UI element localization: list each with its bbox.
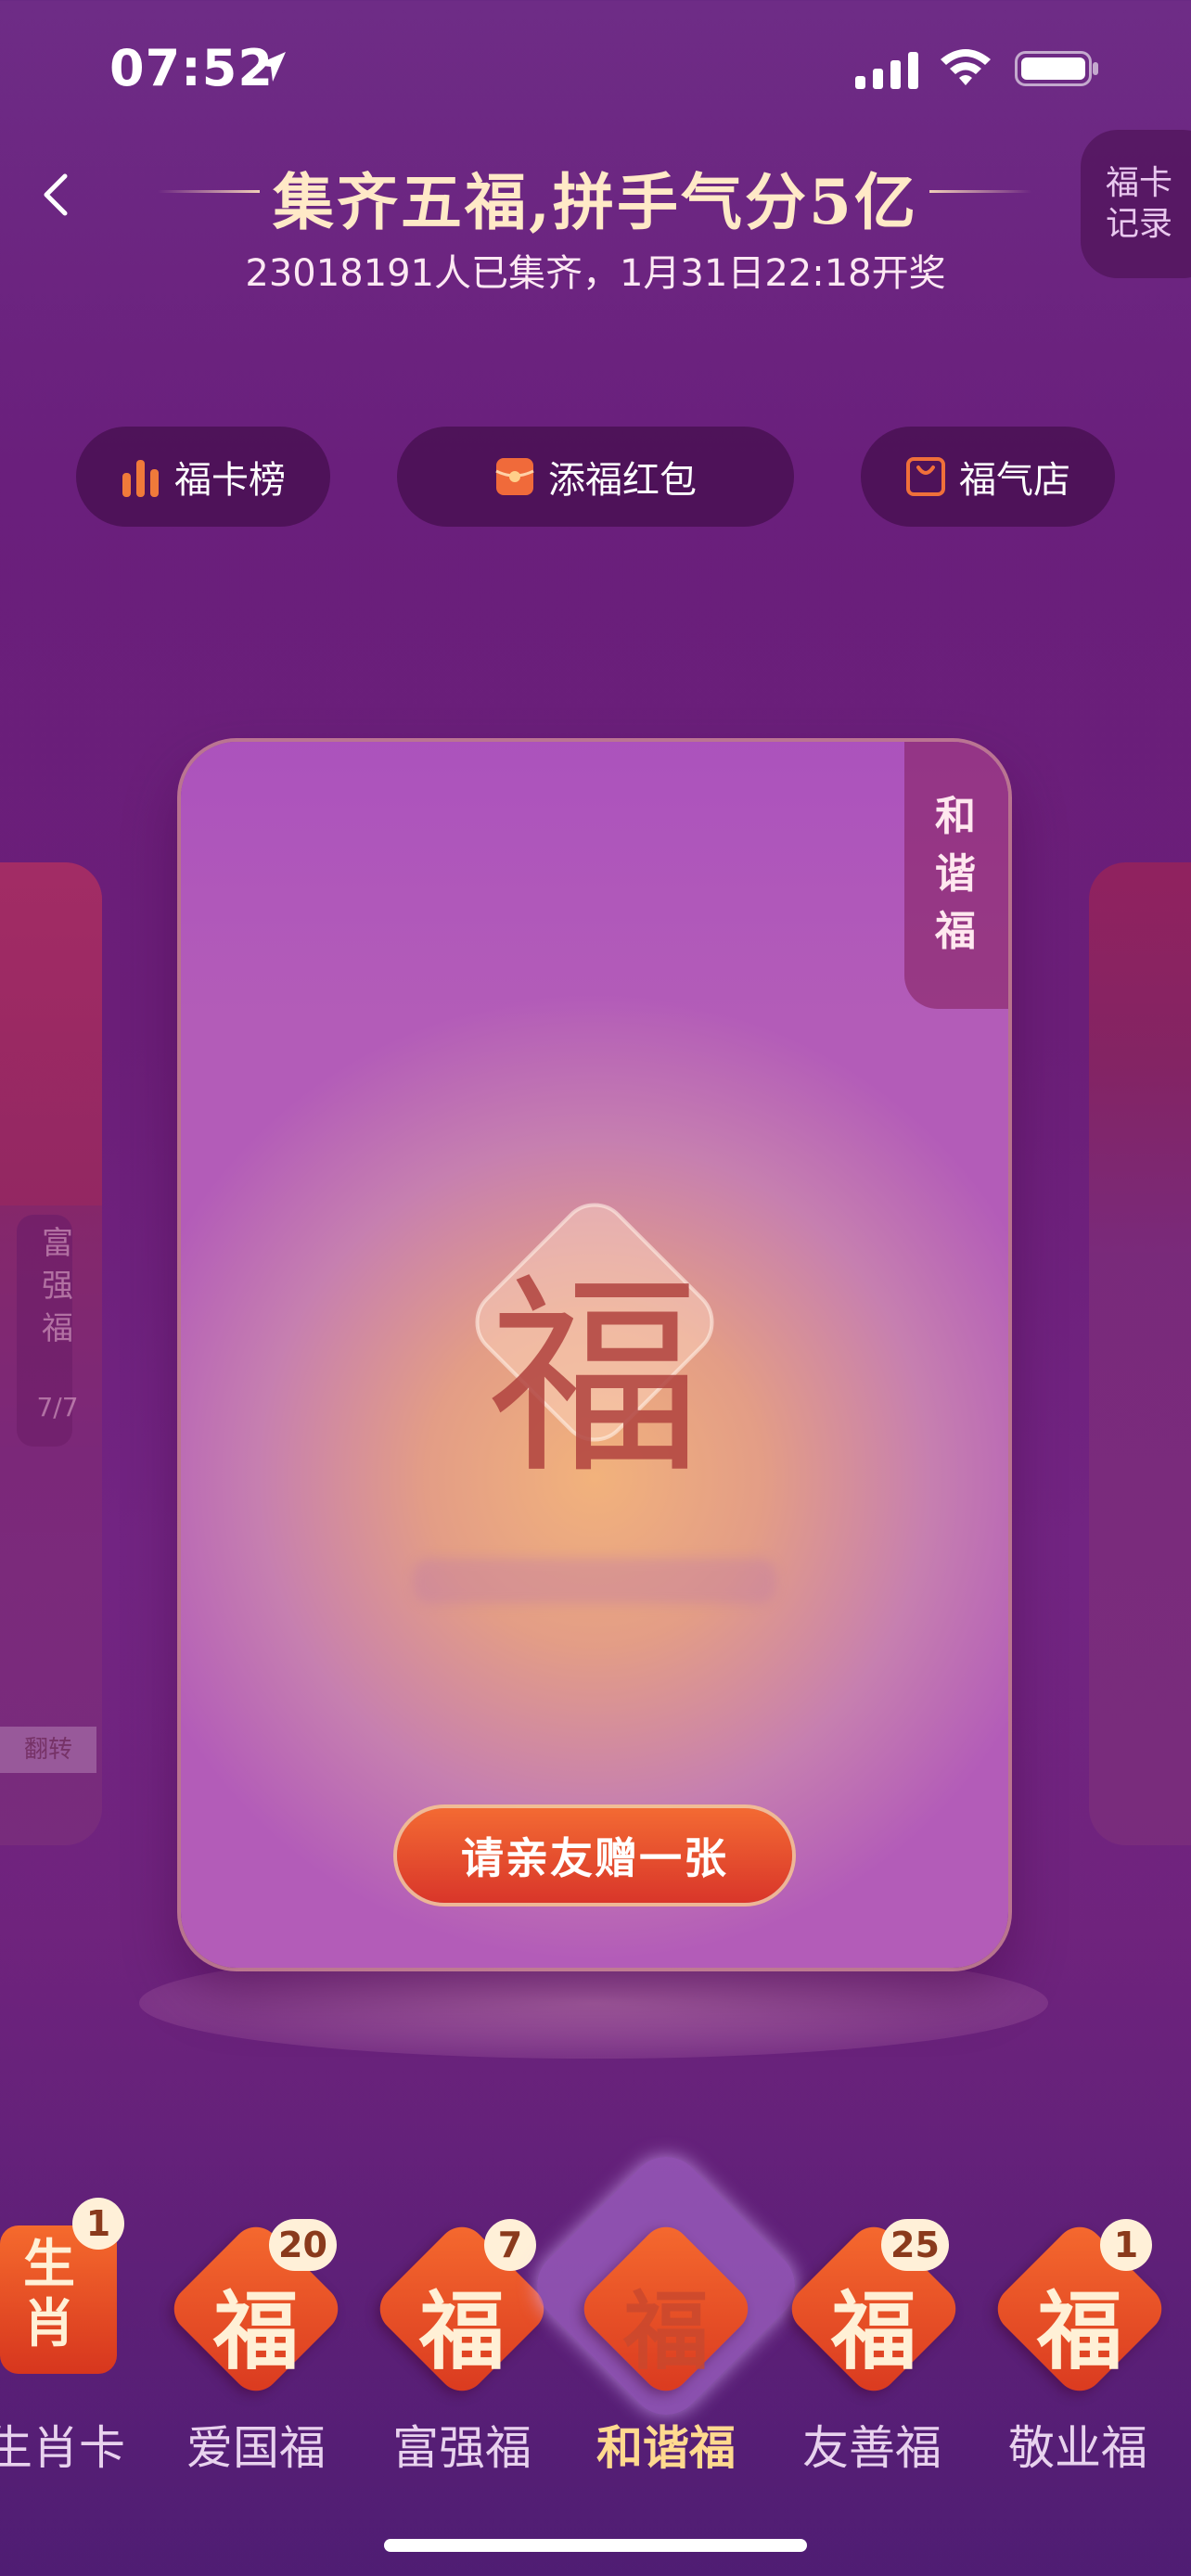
cellular-signal-icon bbox=[855, 52, 918, 89]
previous-card-flip[interactable]: 翻转 bbox=[0, 1727, 96, 1773]
fu-character: 福 bbox=[487, 1256, 701, 1503]
card-label-jingye[interactable]: 敬业福 bbox=[976, 2411, 1180, 2478]
home-indicator[interactable] bbox=[384, 2539, 807, 2552]
ask-friend-button[interactable]: 请亲友赠一张 bbox=[397, 1808, 792, 1903]
pill-label: 添福红包 bbox=[548, 459, 697, 502]
card-label-hexie[interactable]: 和谐福 bbox=[564, 2411, 768, 2478]
previous-card-name: 富强福 bbox=[42, 1225, 73, 1347]
card-count-badge: 20 bbox=[269, 2219, 337, 2271]
card-blurred-text bbox=[413, 1558, 776, 1604]
card-tag-label: 和谐福 bbox=[935, 793, 976, 955]
card-thumb-hexie[interactable]: 福 bbox=[574, 2217, 758, 2401]
page-title: 集齐五福,拼手气分5亿 bbox=[273, 166, 918, 238]
card-label-youshan[interactable]: 友善福 bbox=[770, 2411, 974, 2478]
previous-card-count: 7/7 bbox=[36, 1392, 79, 1422]
card-count-badge: 1 bbox=[72, 2198, 124, 2250]
card-thumb-char: 福 bbox=[1036, 2281, 1122, 2381]
shopping-bag-icon bbox=[906, 457, 945, 496]
card-count-badge: 7 bbox=[484, 2219, 536, 2271]
fu-card-ranking-button[interactable]: 福卡榜 bbox=[76, 427, 330, 527]
card-sheen bbox=[181, 742, 1008, 1020]
previous-card-top bbox=[0, 862, 102, 1205]
next-card[interactable] bbox=[1089, 862, 1191, 1845]
card-thumb-char: 福 bbox=[830, 2281, 916, 2381]
card-thumb-char: 福 bbox=[622, 2281, 709, 2381]
title-decoration-right bbox=[929, 190, 1031, 193]
pill-label: 福卡榜 bbox=[174, 459, 286, 502]
bar-chart-icon bbox=[122, 460, 159, 497]
location-arrow-icon bbox=[256, 52, 286, 82]
card-record-label[interactable]: 福卡记录 bbox=[1106, 163, 1180, 245]
card-thumb-char: 福 bbox=[212, 2281, 299, 2381]
card-label-aiguo[interactable]: 爱国福 bbox=[154, 2411, 358, 2478]
card-count-badge: 25 bbox=[881, 2219, 949, 2271]
status-time: 07:52 bbox=[109, 39, 274, 97]
card-count-badge: 1 bbox=[1100, 2219, 1152, 2271]
status-bar: 07:52 bbox=[0, 0, 1191, 139]
pill-label: 福气店 bbox=[959, 459, 1070, 502]
main-fu-card[interactable]: 和谐福 福 请亲友赠一张 bbox=[181, 742, 1008, 1968]
page-subtitle: 23018191人已集齐，1月31日22:18开奖 bbox=[245, 252, 946, 295]
battery-icon bbox=[1015, 51, 1098, 86]
red-envelope-icon bbox=[495, 458, 534, 495]
wifi-icon bbox=[941, 49, 991, 85]
red-envelope-button[interactable]: 添福红包 bbox=[397, 427, 794, 527]
card-thumb-char: 福 bbox=[418, 2281, 505, 2381]
card-label-fuqiang[interactable]: 富强福 bbox=[360, 2411, 564, 2478]
previous-card[interactable] bbox=[0, 862, 102, 1845]
zodiac-card-char: 生肖 bbox=[23, 2234, 75, 2354]
card-label-zodiac[interactable]: 生肖卡 bbox=[0, 2411, 158, 2478]
fu-shop-button[interactable]: 福气店 bbox=[861, 427, 1115, 527]
